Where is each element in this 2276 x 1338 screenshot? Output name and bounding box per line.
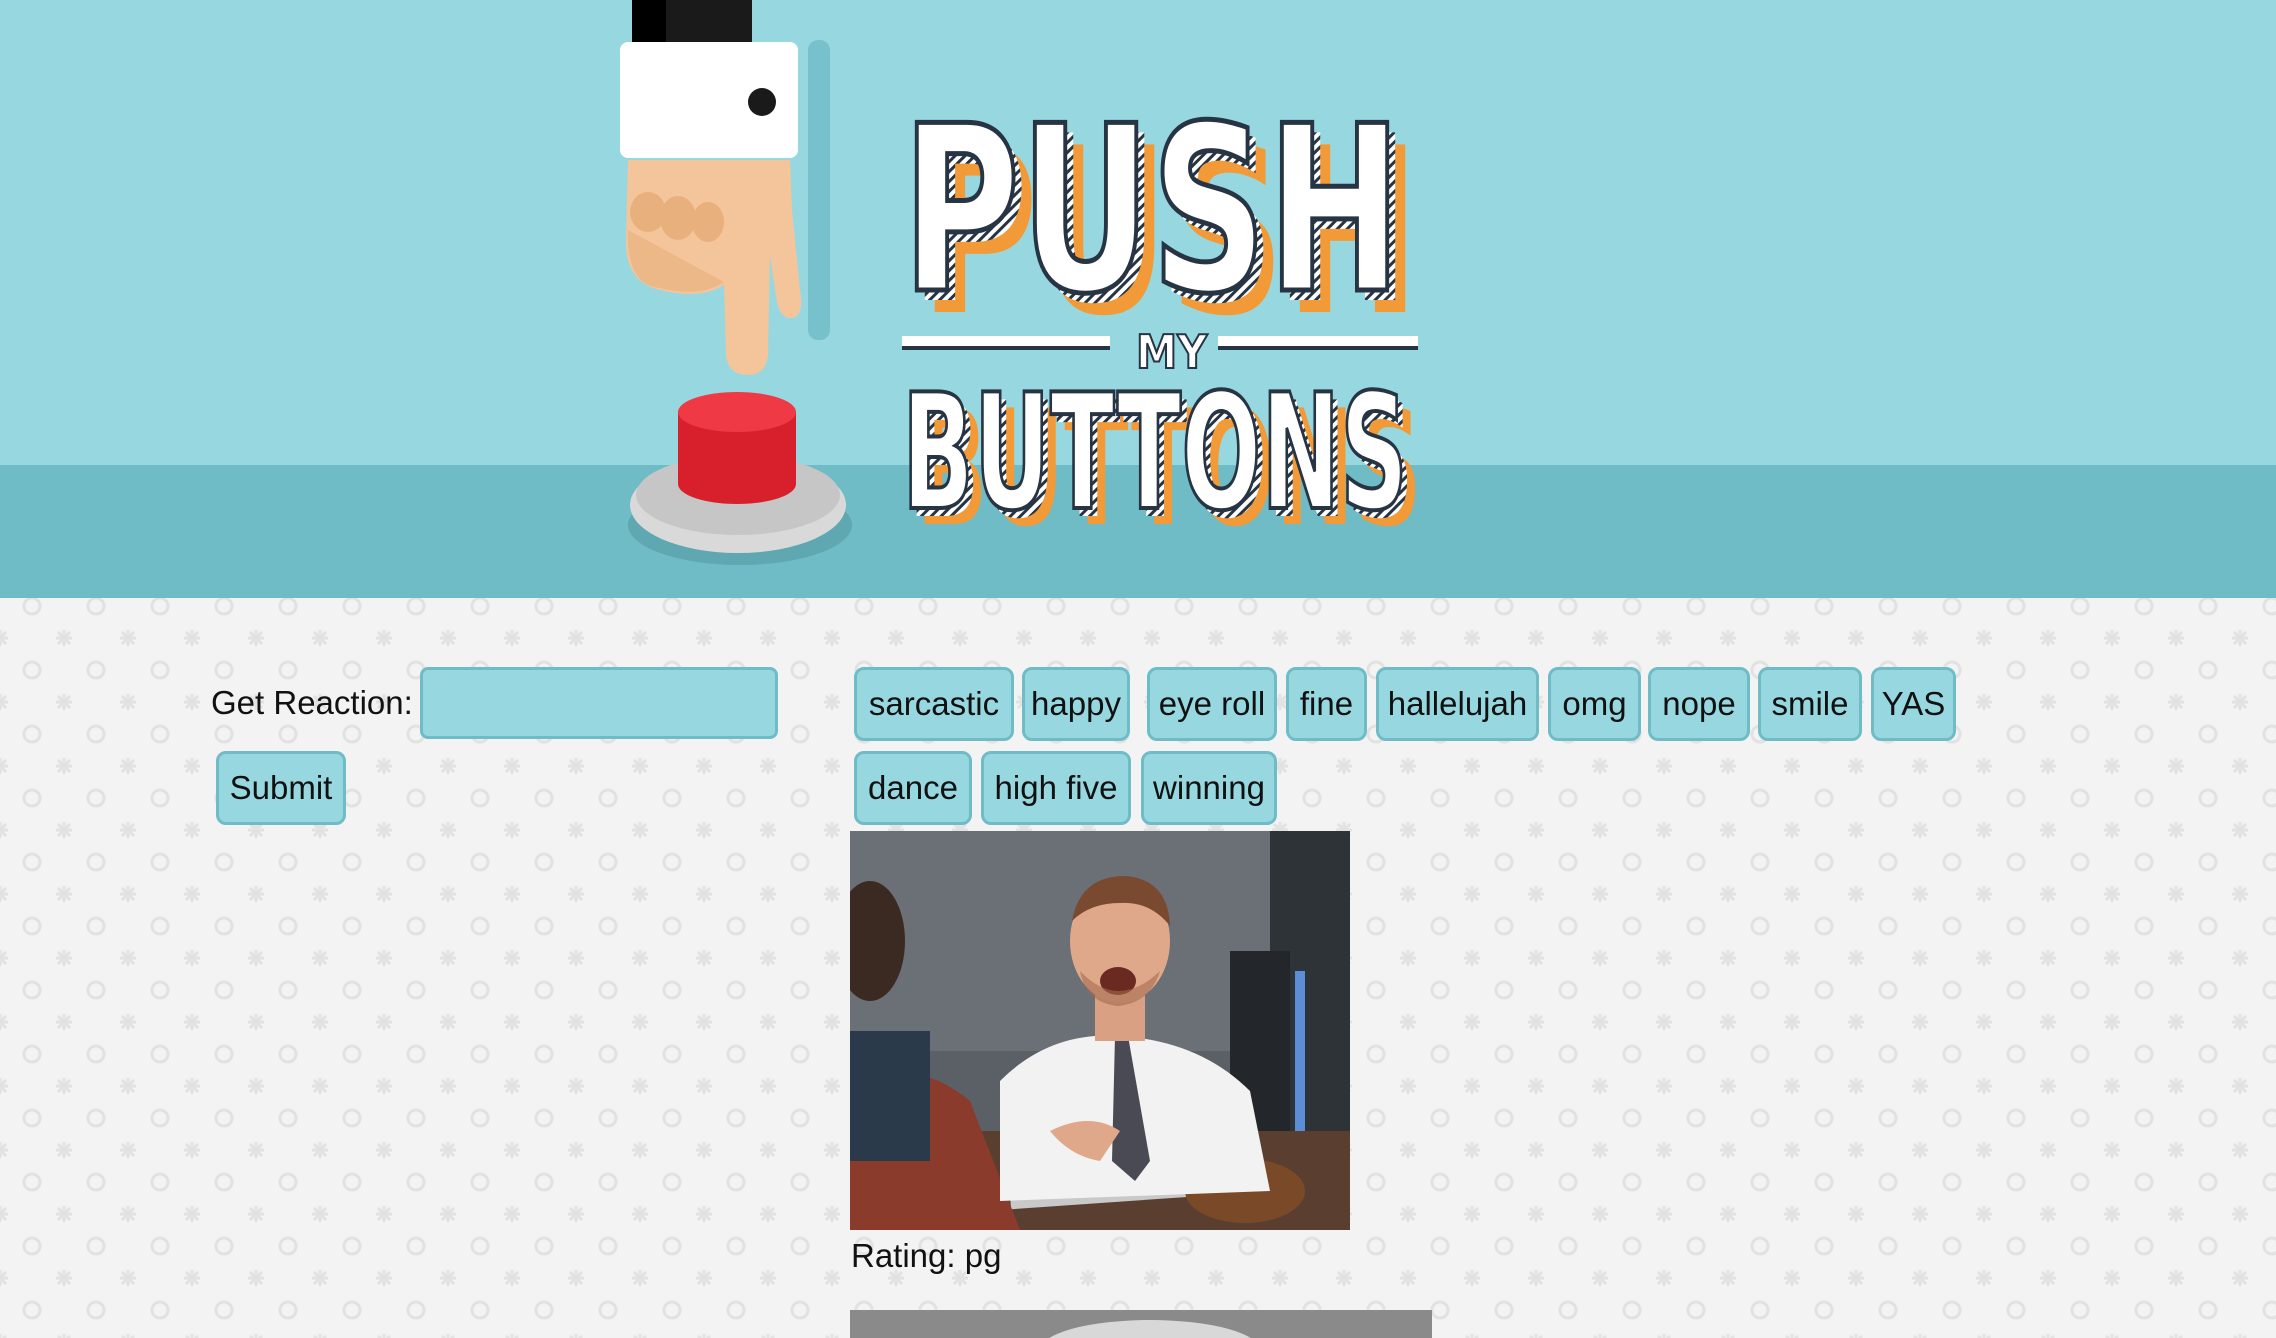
push-my-buttons-logo: PUSH PUSH PUSH MY BUTTONS BUTTONS BUTTON… — [620, 0, 1422, 565]
svg-text:BUTTONS: BUTTONS — [902, 359, 1408, 546]
topic-button-happy[interactable]: happy — [1022, 667, 1130, 741]
topic-button-high-five[interactable]: high five — [981, 751, 1131, 825]
get-reaction-label: Get Reaction: — [211, 684, 413, 721]
reaction-search-input[interactable] — [420, 667, 778, 739]
topic-button-dance[interactable]: dance — [854, 751, 972, 825]
logo-text-buttons: BUTTONS — [902, 359, 1408, 546]
gif-rating-text: Rating: pg — [851, 1237, 1002, 1274]
red-push-button-icon — [628, 392, 852, 565]
topic-button-omg[interactable]: omg — [1548, 667, 1641, 741]
topic-button-nope[interactable]: nope — [1648, 667, 1750, 741]
header-banner: PUSH PUSH PUSH MY BUTTONS BUTTONS BUTTON… — [0, 0, 2276, 598]
topic-button-winning[interactable]: winning — [1141, 751, 1277, 825]
topic-button-fine[interactable]: fine — [1286, 667, 1367, 741]
pointing-hand-icon — [620, 0, 830, 375]
submit-button[interactable]: Submit — [216, 751, 346, 825]
topic-button-hallelujah[interactable]: hallelujah — [1376, 667, 1539, 741]
topic-button-eye-roll[interactable]: eye roll — [1147, 667, 1277, 741]
topic-button-sarcastic[interactable]: sarcastic — [854, 667, 1014, 741]
svg-text:PUSH: PUSH — [902, 78, 1402, 345]
topic-button-yas[interactable]: YAS — [1871, 667, 1956, 741]
reaction-gif-image-2[interactable] — [850, 1310, 1432, 1338]
reaction-gif-image[interactable] — [850, 831, 1350, 1230]
topic-button-smile[interactable]: smile — [1758, 667, 1862, 741]
logo-text-push: PUSH — [902, 78, 1402, 345]
